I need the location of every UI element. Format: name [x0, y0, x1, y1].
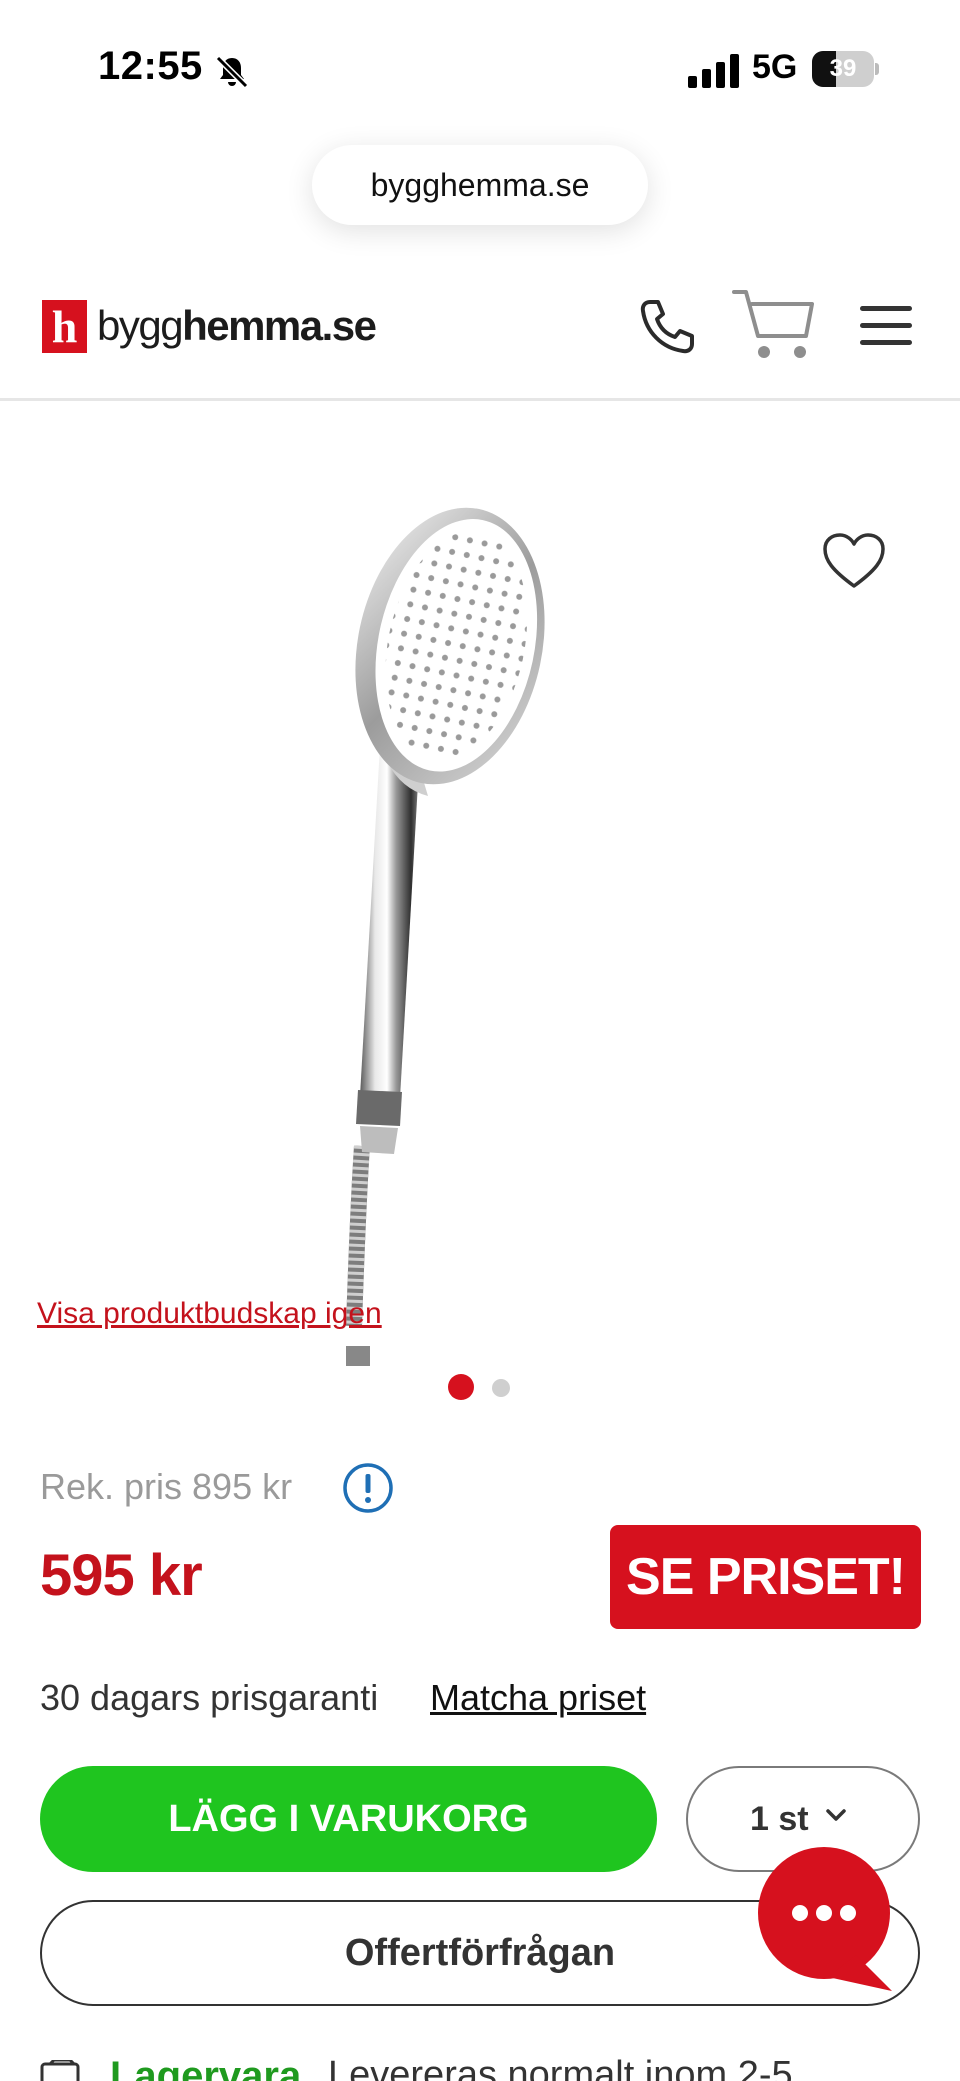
bell-slash-icon — [215, 55, 249, 89]
slide-dot-active[interactable] — [448, 1374, 474, 1400]
price-badge: SE PRISET! — [610, 1525, 921, 1629]
recommended-price: Rek. pris 895 kr — [40, 1466, 293, 1507]
price-guarantee: 30 dagars prisgaranti — [40, 1677, 379, 1718]
menu-icon[interactable] — [858, 304, 914, 348]
cart-icon[interactable] — [732, 286, 816, 364]
delivery-text: Levereras normalt inom 2-5 — [328, 2054, 793, 2081]
status-time: 12:55 — [98, 44, 203, 88]
logo-text-part2: hemma.se — [182, 302, 377, 349]
add-to-cart-button[interactable]: LÄGG I VARUKORG — [40, 1766, 657, 1872]
info-icon[interactable] — [342, 1462, 394, 1514]
logo-mark[interactable]: h — [42, 300, 87, 353]
show-product-message-link[interactable]: Visa produktbudskap igen — [37, 1297, 382, 1331]
logo-wordmark[interactable]: bygghemma.se — [97, 302, 377, 350]
address-bar[interactable]: bygghemma.se — [312, 145, 648, 225]
phone-icon[interactable] — [636, 296, 698, 358]
match-price-link[interactable]: Matcha priset — [430, 1677, 646, 1719]
product-image[interactable] — [320, 486, 640, 1386]
header-divider — [0, 398, 960, 401]
signal-icon — [688, 54, 739, 88]
box-icon — [40, 2060, 80, 2081]
battery-icon: 39 — [812, 51, 879, 87]
logo-letter: h — [51, 301, 78, 352]
slide-dot[interactable] — [492, 1379, 510, 1397]
network-label: 5G — [752, 48, 798, 86]
chevron-down-icon — [826, 1809, 846, 1821]
chat-icon[interactable] — [756, 1845, 896, 1995]
heart-icon[interactable] — [822, 532, 886, 590]
stock-status[interactable]: Lagervara — [110, 2054, 301, 2081]
battery-percent: 39 — [829, 55, 857, 82]
price: 595 kr — [40, 1543, 203, 1608]
logo-text-part1: bygg — [97, 302, 184, 349]
